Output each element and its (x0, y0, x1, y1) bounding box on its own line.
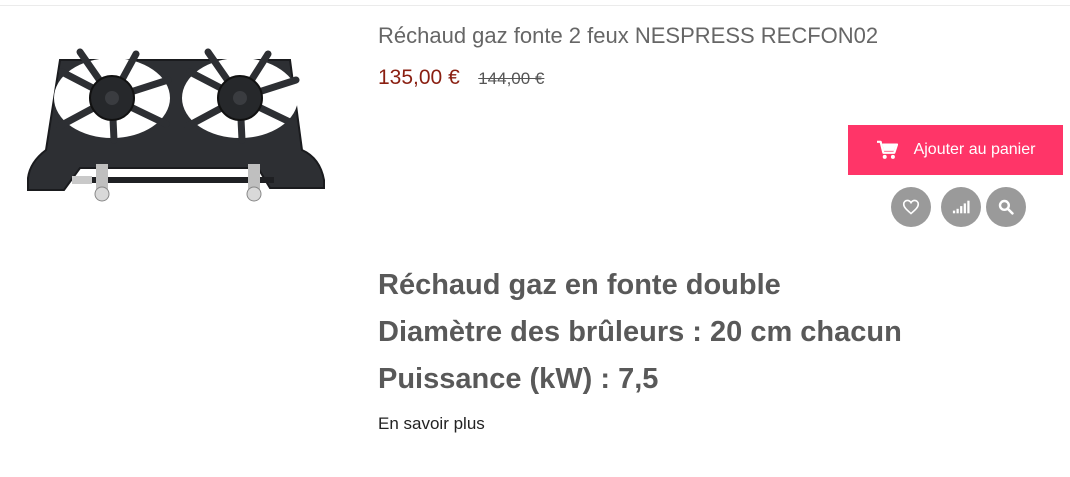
wishlist-button[interactable] (891, 187, 931, 227)
search-icon (998, 199, 1014, 215)
signal-bars-icon (952, 200, 970, 214)
price-old: 144,00 € (478, 69, 545, 88)
description-line: Réchaud gaz en fonte double (378, 269, 781, 301)
compare-button[interactable] (941, 187, 981, 227)
read-more-link[interactable]: En savoir plus (378, 414, 485, 434)
price-current: 135,00 € (378, 66, 460, 89)
cart-icon (876, 140, 898, 159)
top-divider (0, 5, 1070, 6)
product-image[interactable] (20, 40, 330, 220)
add-to-cart-button[interactable]: Ajouter au panier (848, 125, 1063, 175)
price-row: 135,00 € 144,00 € (378, 66, 544, 90)
quick-view-button[interactable] (986, 187, 1026, 227)
product-title[interactable]: Réchaud gaz fonte 2 feux NESPRESS RECFON… (378, 23, 878, 49)
add-to-cart-label: Ajouter au panier (913, 141, 1036, 158)
description-line: Puissance (kW) : 7,5 (378, 363, 659, 395)
heart-icon (902, 199, 920, 215)
description-line: Diamètre des brûleurs : 20 cm chacun (378, 316, 902, 348)
product-description: Réchaud gaz en fonte double Diamètre des… (378, 262, 902, 403)
